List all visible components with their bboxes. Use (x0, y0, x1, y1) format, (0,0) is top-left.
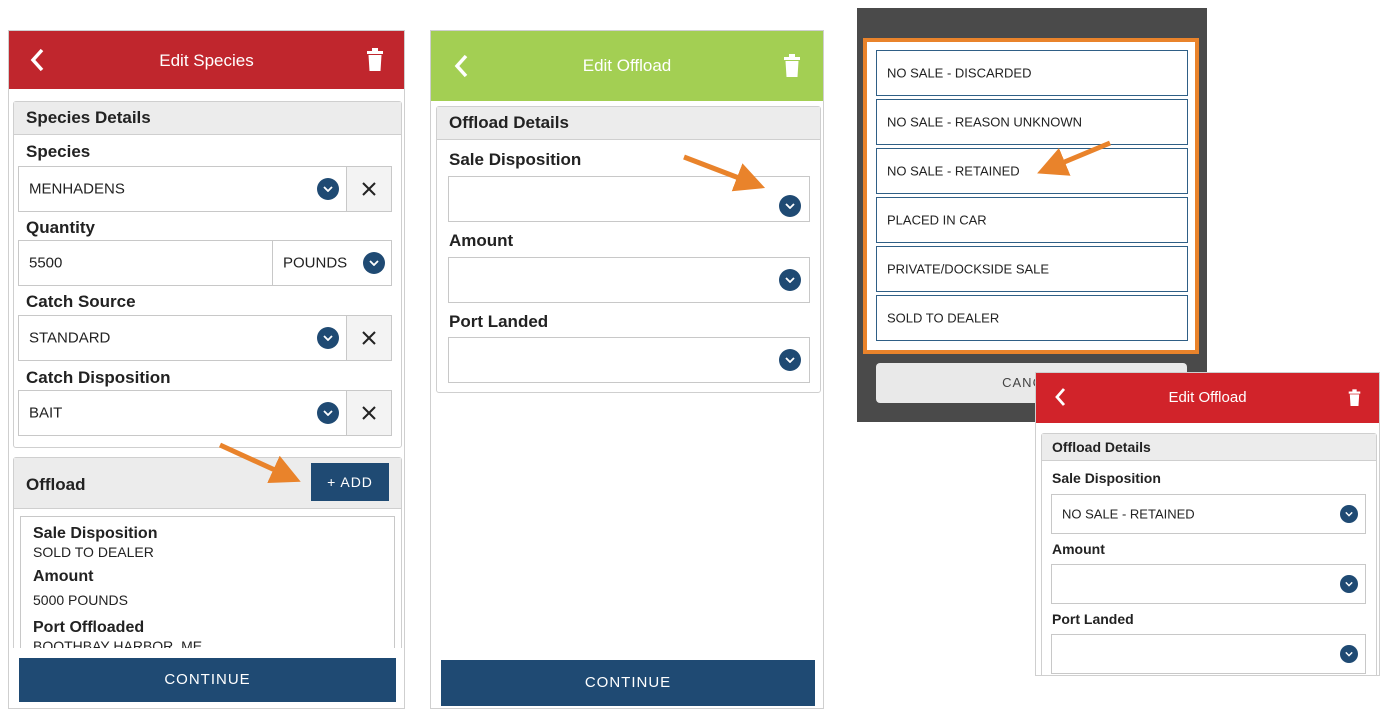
catch-source-select[interactable]: STANDARD (18, 315, 348, 361)
app-header: Edit Offload (431, 31, 823, 101)
species-value: MENHADENS (29, 180, 125, 198)
card-heading: Species Details (14, 102, 401, 135)
amount-label: Amount (1052, 541, 1105, 557)
amount-value: 5000 POUNDS (33, 592, 128, 608)
port-landed-select[interactable] (448, 337, 810, 383)
chevron-down-icon[interactable] (1340, 575, 1358, 593)
quantity-label: Quantity (26, 218, 95, 237)
quantity-input[interactable]: 5500 (18, 240, 274, 286)
continue-button[interactable]: CONTINUE (19, 658, 396, 702)
card-heading: Offload Details (1042, 434, 1376, 461)
catch-disposition-select[interactable]: BAIT (18, 390, 348, 436)
page-title: Edit Offload (1168, 389, 1247, 406)
trash-icon[interactable] (1348, 389, 1361, 412)
edit-offload-result-screen: Edit Offload Offload Details Sale Dispos… (1035, 372, 1380, 676)
options-highlight-frame: NO SALE - DISCARDED NO SALE - REASON UNK… (863, 38, 1199, 354)
option-no-sale-discarded[interactable]: NO SALE - DISCARDED (876, 50, 1188, 96)
sale-disposition-picker: NO SALE - DISCARDED NO SALE - REASON UNK… (857, 8, 1207, 422)
quantity-value: 5500 (29, 254, 63, 272)
catch-source-value: STANDARD (29, 329, 111, 347)
app-header: Edit Species (9, 31, 404, 89)
chevron-down-icon[interactable] (363, 252, 385, 274)
sale-disposition-select[interactable] (448, 176, 810, 222)
sale-disposition-select[interactable]: NO SALE - RETAINED (1051, 494, 1366, 534)
offload-heading-text: Offload (26, 475, 86, 494)
sale-disposition-label: Sale Disposition (33, 525, 158, 542)
offload-details-card: Offload Details Sale Disposition Amount … (436, 106, 821, 393)
clear-species-button[interactable] (346, 166, 392, 212)
port-landed-label: Port Landed (449, 312, 549, 331)
option-sold-to-dealer[interactable]: SOLD TO DEALER (876, 295, 1188, 341)
continue-label: CONTINUE (584, 674, 672, 691)
catch-source-label: Catch Source (26, 292, 136, 311)
close-icon (362, 331, 376, 345)
chevron-down-icon[interactable] (779, 195, 801, 218)
trash-icon[interactable] (366, 48, 384, 77)
option-private-dockside-sale[interactable]: PRIVATE/DOCKSIDE SALE (876, 246, 1188, 292)
close-icon (362, 406, 376, 420)
page-title: Edit Offload (582, 56, 672, 75)
port-offloaded-label: Port Offloaded (33, 619, 145, 636)
continue-label: CONTINUE (164, 671, 251, 688)
chevron-down-icon[interactable] (779, 269, 801, 291)
chevron-down-icon[interactable] (317, 402, 339, 424)
close-icon (362, 182, 376, 196)
sale-disposition-label: Sale Disposition (449, 150, 582, 169)
add-button-label: + ADD (327, 474, 373, 490)
page-title: Edit Species (159, 51, 254, 70)
quantity-unit-value: POUNDS (283, 254, 348, 272)
option-placed-in-car[interactable]: PLACED IN CAR (876, 197, 1188, 243)
catch-disposition-label: Catch Disposition (26, 368, 171, 387)
amount-select[interactable] (448, 257, 810, 303)
continue-button[interactable]: CONTINUE (441, 660, 815, 706)
port-landed-select[interactable] (1051, 634, 1366, 674)
chevron-down-icon[interactable] (1340, 505, 1358, 523)
chevron-down-icon[interactable] (317, 178, 339, 200)
sale-disposition-value: SOLD TO DEALER (33, 544, 154, 560)
chevron-down-icon[interactable] (317, 327, 339, 349)
catch-disposition-value: BAIT (29, 404, 63, 422)
amount-label: Amount (33, 568, 94, 585)
chevron-down-icon[interactable] (1340, 645, 1358, 663)
card-heading: Offload Details (437, 107, 820, 140)
offload-details-card: Offload Details Sale Disposition NO SALE… (1041, 433, 1377, 675)
amount-label: Amount (449, 231, 514, 250)
species-label: Species (26, 142, 91, 161)
clear-catch-disposition-button[interactable] (346, 390, 392, 436)
amount-select[interactable] (1051, 564, 1366, 604)
app-header: Edit Offload (1036, 373, 1379, 423)
chevron-down-icon[interactable] (779, 349, 801, 371)
species-select[interactable]: MENHADENS (18, 166, 348, 212)
quantity-unit-select[interactable]: POUNDS (272, 240, 392, 286)
sale-disposition-label: Sale Disposition (1052, 470, 1161, 486)
sale-disposition-value: NO SALE - RETAINED (1062, 506, 1195, 522)
clear-catch-source-button[interactable] (346, 315, 392, 361)
trash-icon[interactable] (783, 54, 801, 83)
add-offload-button[interactable]: + ADD (311, 463, 389, 501)
option-no-sale-retained[interactable]: NO SALE - RETAINED (876, 148, 1188, 194)
edit-offload-screen: Edit Offload Offload Details Sale Dispos… (430, 30, 824, 709)
port-landed-label: Port Landed (1052, 611, 1134, 627)
edit-species-screen: Edit Species Species Details Species MEN… (8, 30, 405, 709)
species-details-card: Species Details Species MENHADENS Quanti… (13, 101, 402, 448)
option-no-sale-reason-unknown[interactable]: NO SALE - REASON UNKNOWN (876, 99, 1188, 145)
